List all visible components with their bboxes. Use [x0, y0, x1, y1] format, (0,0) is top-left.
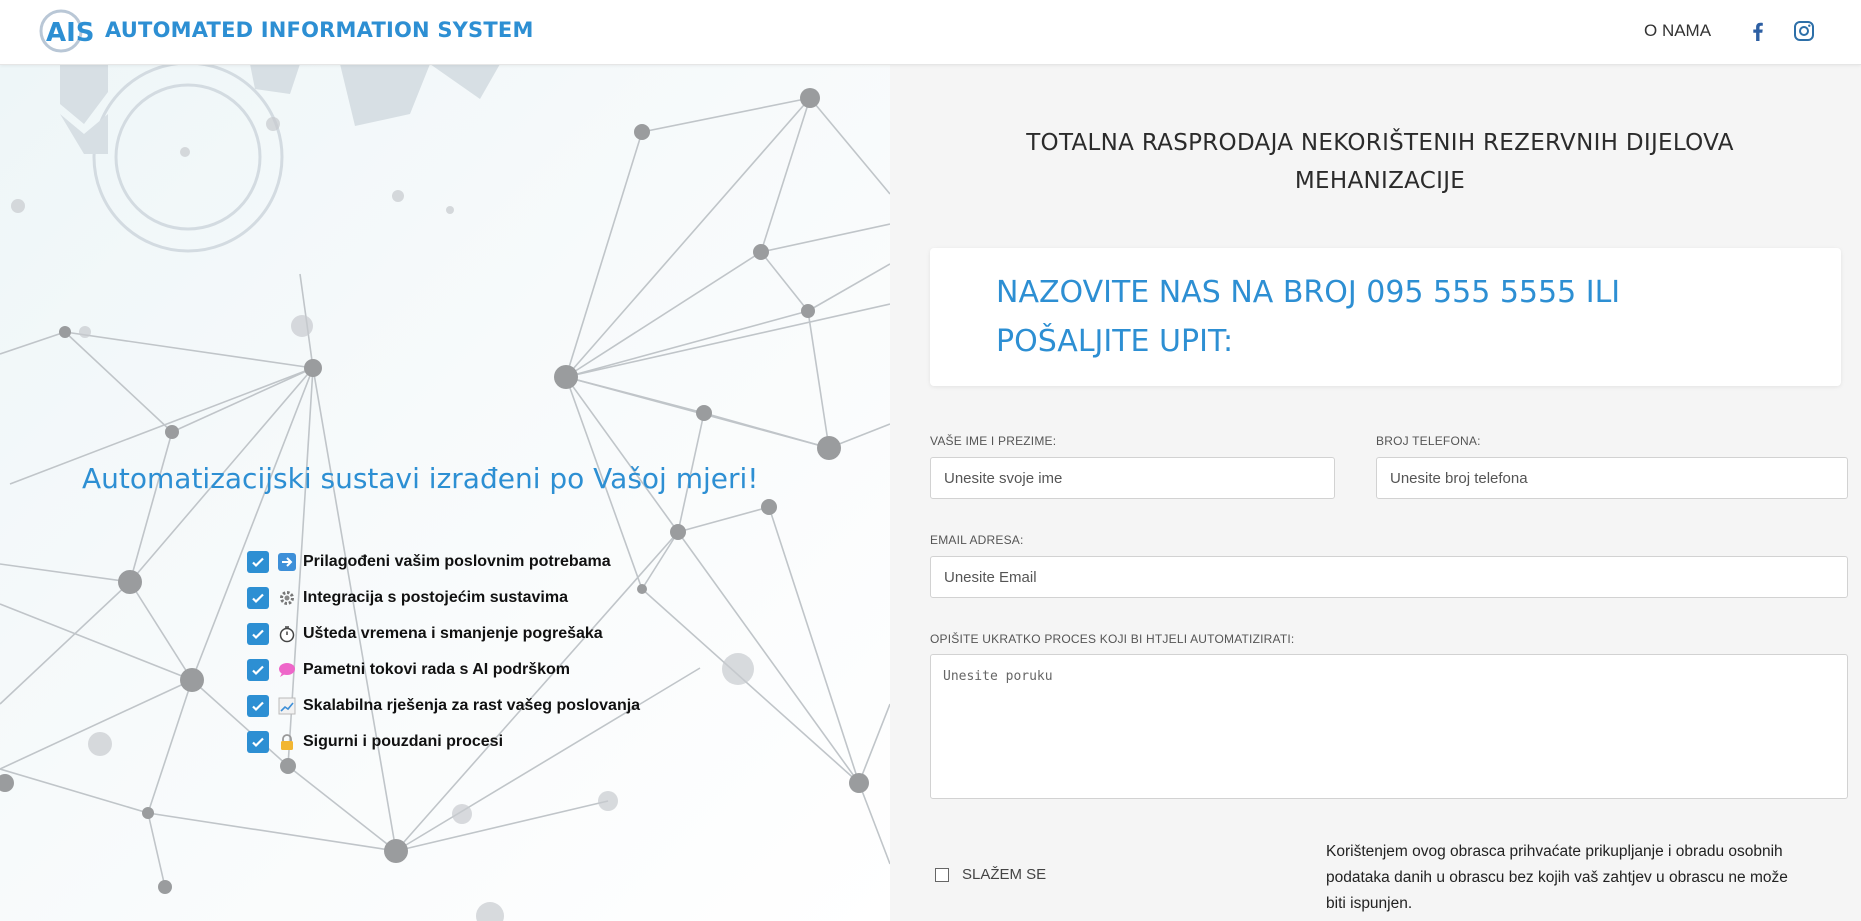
list-item: Sigurni i pouzdani procesi	[247, 724, 640, 760]
message-label: OPIŠITE UKRATKO PROCES KOJI BI HTJELI AU…	[930, 632, 1295, 646]
list-item: Pametni tokovi rada s AI podrškom	[247, 652, 640, 688]
stopwatch-icon	[277, 624, 297, 644]
gear-icon	[277, 588, 297, 608]
arrow-right-icon	[277, 552, 297, 572]
speech-bubble-icon	[277, 660, 297, 680]
site-header: AIS AUTOMATED INFORMATION SYSTEM O NAMA	[0, 0, 1861, 65]
list-item: Prilagođeni vašim poslovnim potrebama	[247, 544, 640, 580]
name-input[interactable]	[930, 457, 1335, 499]
contact-form-panel: TOTALNA RASPRODAJA NEKORIŠTENIH REZERVNI…	[890, 64, 1861, 921]
feature-text: Integracija s postojećim sustavima	[303, 589, 568, 606]
checkbox-checked-icon	[247, 551, 269, 573]
checkbox-checked-icon	[247, 587, 269, 609]
cta-heading: NAZOVITE NAS NA BROJ 095 555 5555 ILI PO…	[996, 275, 1621, 359]
gear-decoration	[92, 64, 284, 253]
checkbox-checked-icon	[247, 695, 269, 717]
feature-list: Prilagođeni vašim poslovnim potrebama In…	[247, 544, 640, 760]
phone-label: BROJ TELEFONA:	[1376, 434, 1481, 448]
site-logo-text[interactable]: AUTOMATED INFORMATION SYSTEM	[105, 18, 534, 42]
list-item: Ušteda vremena i smanjenje pogrešaka	[247, 616, 640, 652]
svg-text:AIS: AIS	[46, 18, 94, 48]
feature-text: Skalabilna rješenja za rast vašeg poslov…	[303, 697, 641, 714]
message-textarea[interactable]	[930, 654, 1848, 799]
name-label: VAŠE IME I PREZIME:	[930, 434, 1057, 448]
checkbox-checked-icon	[247, 731, 269, 753]
cta-card: NAZOVITE NAS NA BROJ 095 555 5555 ILI PO…	[930, 248, 1841, 386]
checkbox-checked-icon	[247, 623, 269, 645]
feature-text: Pametni tokovi rada s AI podrškom	[303, 661, 571, 678]
feature-text: Prilagođeni vašim poslovnim potrebama	[303, 553, 611, 570]
feature-text: Sigurni i pouzdani procesi	[303, 733, 504, 750]
facebook-icon[interactable]	[1746, 19, 1770, 43]
nav-about-link[interactable]: O NAMA	[1644, 21, 1711, 41]
lock-icon	[277, 732, 297, 752]
consent-text: Korištenjem ovog obrasca prihvaćate prik…	[1326, 843, 1788, 912]
agree-label[interactable]: SLAŽEM SE	[962, 866, 1046, 883]
feature-text: Ušteda vremena i smanjenje pogrešaka	[303, 625, 603, 642]
list-item: Skalabilna rješenja za rast vašeg poslov…	[247, 688, 640, 724]
list-item: Integracija s postojećim sustavima	[247, 580, 640, 616]
ais-logo-icon[interactable]: AIS	[38, 8, 94, 54]
hero-headline: Automatizacijski sustavi izrađeni po Vaš…	[82, 462, 759, 495]
instagram-icon[interactable]	[1792, 19, 1816, 43]
checkbox-checked-icon	[247, 659, 269, 681]
email-input[interactable]	[930, 556, 1848, 598]
chart-icon	[277, 696, 297, 716]
page-title: TOTALNA RASPRODAJA NEKORIŠTENIH REZERVNI…	[1026, 130, 1734, 194]
agree-checkbox[interactable]	[935, 867, 949, 882]
agree-checkbox-row[interactable]: SLAŽEM SE	[935, 866, 1046, 883]
email-label: EMAIL ADRESA:	[930, 533, 1024, 547]
hero-panel: Automatizacijski sustavi izrađeni po Vaš…	[0, 64, 890, 921]
phone-input[interactable]	[1376, 457, 1848, 499]
